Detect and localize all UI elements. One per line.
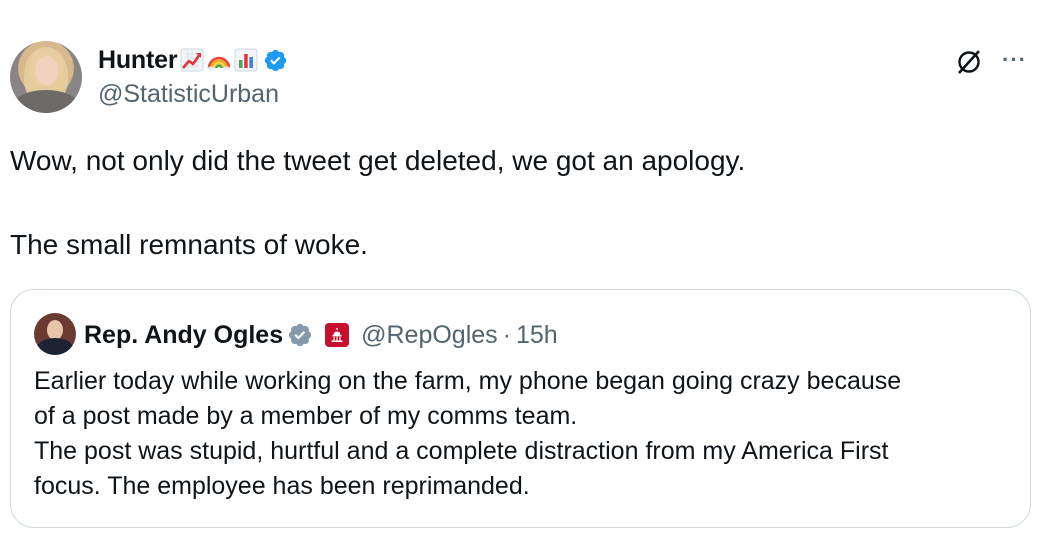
grok-icon[interactable] xyxy=(954,47,984,77)
author-display-name[interactable]: Hunter xyxy=(98,46,178,75)
tweet-text-line: Wow, not only did the tweet get deleted,… xyxy=(10,145,746,176)
quoted-author-row: Rep. Andy Ogles @RepOgles · 15h xyxy=(84,318,558,352)
quoted-tweet[interactable]: Rep. Andy Ogles @RepOgles · 15h Earlier … xyxy=(10,289,1031,528)
quoted-text-line: Earlier today while working on the farm,… xyxy=(34,367,902,395)
congress-affiliation-icon[interactable] xyxy=(325,323,350,347)
chart-increasing-emoji xyxy=(180,48,204,72)
gray-verified-badge-icon[interactable] xyxy=(287,322,313,348)
verified-badge-icon[interactable] xyxy=(263,48,288,73)
author-name-row[interactable]: Hunter xyxy=(98,44,288,76)
tweet-text-line: The small remnants of woke. xyxy=(10,229,368,260)
quoted-text-line: The post was stupid, hurtful and a compl… xyxy=(34,437,889,465)
quoted-author-avatar[interactable] xyxy=(34,313,76,355)
bar-chart-emoji xyxy=(234,48,258,72)
separator-dot: · xyxy=(502,320,511,349)
author-handle[interactable]: @StatisticUrban xyxy=(98,80,279,109)
quoted-text-line: focus. The employee has been reprimanded… xyxy=(34,472,530,500)
rainbow-emoji xyxy=(207,56,231,71)
author-avatar[interactable] xyxy=(10,41,82,113)
quoted-timestamp[interactable]: 15h xyxy=(516,321,558,350)
quoted-text-line: of a post made by a member of my comms t… xyxy=(34,402,578,430)
more-options-icon[interactable]: ··· xyxy=(1002,46,1027,74)
quoted-author-handle[interactable]: @RepOgles xyxy=(361,321,498,350)
quoted-author-name[interactable]: Rep. Andy Ogles xyxy=(84,321,283,350)
quoted-tweet-text: Earlier today while working on the farm,… xyxy=(34,364,1019,504)
tweet-text: Wow, not only did the tweet get deleted,… xyxy=(10,144,1030,262)
